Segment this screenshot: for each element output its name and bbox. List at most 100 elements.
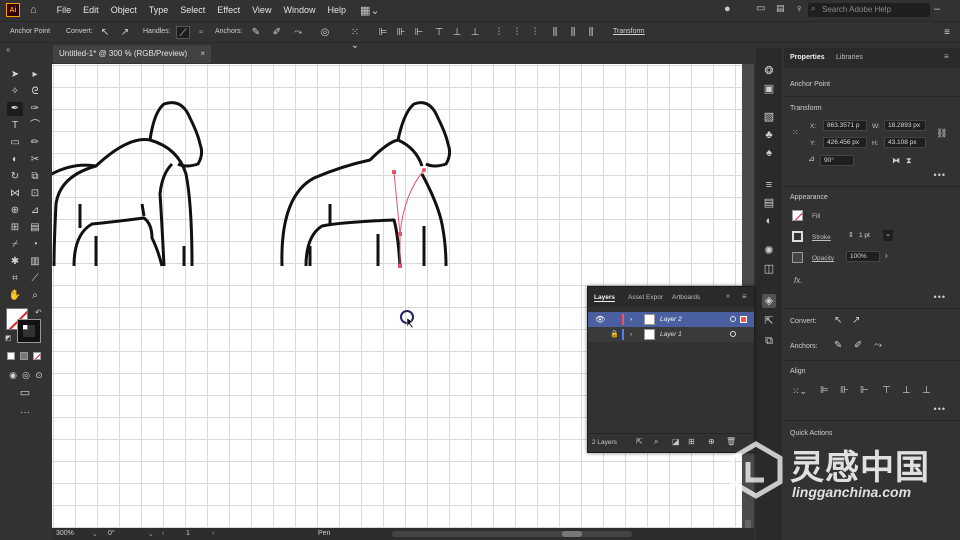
more-options-icon[interactable]: ≡: [940, 26, 954, 39]
constrain-link-icon[interactable]: ⛓: [936, 128, 947, 139]
panel-icon[interactable]: ▤: [776, 3, 785, 14]
stroke-weight-field[interactable]: 1 pt: [856, 231, 880, 242]
new-layer-icon[interactable]: ⊕: [708, 437, 715, 446]
convert-smooth-icon[interactable]: ↗: [118, 26, 132, 39]
isolate-icon[interactable]: ◎: [318, 26, 332, 39]
transparency-icon[interactable]: ◐: [762, 214, 776, 228]
visibility-eye-icon[interactable]: 👁: [595, 312, 605, 327]
home-icon[interactable]: ⌂: [30, 4, 37, 16]
expand-layer-icon[interactable]: ›: [630, 312, 632, 327]
show-handles-icon[interactable]: ⟋: [176, 26, 190, 39]
menu-effect[interactable]: Effect: [217, 5, 240, 15]
eyedropper-tool-icon[interactable]: ⌿: [7, 238, 23, 252]
zoom-tool-icon[interactable]: ⌕: [27, 289, 43, 303]
expand-layer-icon[interactable]: ›: [630, 327, 632, 342]
distribute-vcenter-icon[interactable]: ⫶: [510, 26, 524, 39]
tab-artboards[interactable]: Artboards: [672, 294, 700, 301]
direct-selection-tool-icon[interactable]: ▸: [27, 68, 43, 82]
brushes-icon[interactable]: ▧: [762, 110, 776, 124]
blend-tool-icon[interactable]: ◔: [27, 238, 43, 252]
menu-help[interactable]: Help: [327, 5, 346, 15]
layer-row-layer2[interactable]: 👁 › Layer 2: [588, 312, 754, 327]
y-field[interactable]: 426.456 px: [823, 137, 867, 148]
swap-colors-icon[interactable]: ↶: [35, 308, 42, 317]
menu-edit[interactable]: Edit: [83, 5, 99, 15]
flip-horizontal-icon[interactable]: ⧓: [892, 156, 900, 165]
hand-tool-icon[interactable]: ✋: [7, 289, 23, 303]
fill-swatch-small[interactable]: [792, 210, 803, 221]
selection-indicator[interactable]: [740, 316, 747, 323]
appearance-more-icon[interactable]: •••: [934, 292, 946, 302]
menu-view[interactable]: View: [252, 5, 271, 15]
align-right-panel-icon[interactable]: ⊩: [860, 385, 869, 396]
perspective-grid-tool-icon[interactable]: ⊿: [27, 204, 43, 218]
clipping-mask-icon[interactable]: ◪: [672, 437, 680, 446]
rotation-dropdown-icon[interactable]: ⌄: [148, 530, 154, 538]
close-tab-icon[interactable]: ×: [200, 45, 205, 63]
stroke-panel-icon[interactable]: ≡: [762, 178, 776, 192]
default-colors-icon[interactable]: ◩: [5, 334, 12, 342]
mesh-tool-icon[interactable]: ⊞: [7, 221, 23, 235]
gradient-panel-icon[interactable]: ▤: [762, 196, 776, 210]
graphic-style-icon[interactable]: ◫: [762, 262, 776, 276]
artboards-panel-icon[interactable]: ⧉: [762, 334, 776, 348]
lightbulb-icon[interactable]: ♀: [795, 3, 803, 15]
graph-tool-icon[interactable]: ▥: [27, 255, 43, 269]
menu-window[interactable]: Window: [283, 5, 315, 15]
paintbrush-tool-icon[interactable]: ✏: [27, 136, 43, 150]
align-to-icon[interactable]: ⁙⌄: [792, 386, 807, 397]
export-layer-icon[interactable]: ⇱: [636, 437, 643, 446]
rotation-field[interactable]: 0°: [108, 530, 115, 537]
align-top-panel-icon[interactable]: ⊤: [882, 385, 891, 396]
menu-type[interactable]: Type: [149, 5, 169, 15]
cut-path-icon[interactable]: ✐: [270, 26, 284, 39]
width-tool-icon[interactable]: ⋈: [7, 187, 23, 201]
color-theme-icon[interactable]: ❂: [762, 64, 776, 78]
layers-menu-icon[interactable]: ≡: [742, 292, 747, 301]
distribute-bottom-icon[interactable]: ⫶: [528, 26, 542, 39]
scroll-thumb[interactable]: [562, 531, 582, 537]
x-field[interactable]: 863.3571 p: [823, 120, 867, 131]
tab-properties[interactable]: Properties: [790, 54, 825, 61]
arrange-documents-icon[interactable]: ▭: [756, 3, 765, 14]
handle-point[interactable]: [422, 168, 426, 172]
selection-tool-icon[interactable]: ➤: [7, 68, 23, 82]
libraries-icon[interactable]: ▣: [762, 82, 776, 96]
layer-row-layer1[interactable]: 🔒 › Layer 1: [588, 327, 754, 342]
remove-anchor-icon[interactable]: ✎: [249, 26, 263, 39]
stroke-weight-dropdown-icon[interactable]: ⌄: [883, 230, 893, 241]
reference-point-icon[interactable]: ⁙⌄: [348, 26, 362, 51]
artboard-tool-icon[interactable]: ⌗: [7, 272, 23, 286]
symbol-sprayer-tool-icon[interactable]: ✱: [7, 255, 23, 269]
arc-tool-icon[interactable]: ⌒: [27, 119, 43, 133]
hide-handles-icon[interactable]: ▫: [194, 26, 208, 39]
layer-name[interactable]: Layer 2: [660, 312, 682, 327]
distribute-top-icon[interactable]: ⫶: [492, 26, 506, 39]
toolbar-collapse-icon[interactable]: «: [0, 45, 50, 62]
h-field[interactable]: 43.108 px: [884, 137, 926, 148]
search-input[interactable]: Search Adobe Help: [808, 3, 930, 17]
rotate-tool-icon[interactable]: ↻: [7, 170, 23, 184]
account-icon[interactable]: ●: [724, 3, 731, 15]
gradient-tool-icon[interactable]: ▤: [27, 221, 43, 235]
anchor-point[interactable]: [392, 170, 396, 174]
free-transform-tool-icon[interactable]: ⊡: [27, 187, 43, 201]
next-artboard-icon[interactable]: ›: [212, 530, 214, 537]
anchor-point[interactable]: [398, 264, 402, 268]
flip-vertical-icon[interactable]: ⧗: [906, 156, 912, 166]
angle-field[interactable]: 90°: [820, 155, 854, 166]
horizontal-scrollbar[interactable]: [392, 531, 632, 537]
target-circle-icon[interactable]: [730, 331, 736, 337]
opacity-field[interactable]: 100%: [846, 251, 880, 262]
lock-icon[interactable]: 🔒: [610, 327, 619, 342]
align-bottom-icon[interactable]: ⊥: [468, 26, 482, 39]
menu-select[interactable]: Select: [180, 5, 205, 15]
prev-artboard-icon[interactable]: ‹: [162, 530, 164, 537]
distribute-right-icon[interactable]: ⫼: [584, 26, 598, 39]
opacity-label[interactable]: Opacity: [812, 255, 834, 262]
lasso-tool-icon[interactable]: ᘓ: [27, 85, 43, 99]
connect-anchors-icon[interactable]: ⤳: [291, 26, 305, 39]
zoom-dropdown-icon[interactable]: ⌄: [92, 530, 98, 538]
remove-anchor-panel-icon[interactable]: ✎: [834, 340, 842, 351]
curvature-tool-icon[interactable]: ✑: [27, 102, 43, 116]
